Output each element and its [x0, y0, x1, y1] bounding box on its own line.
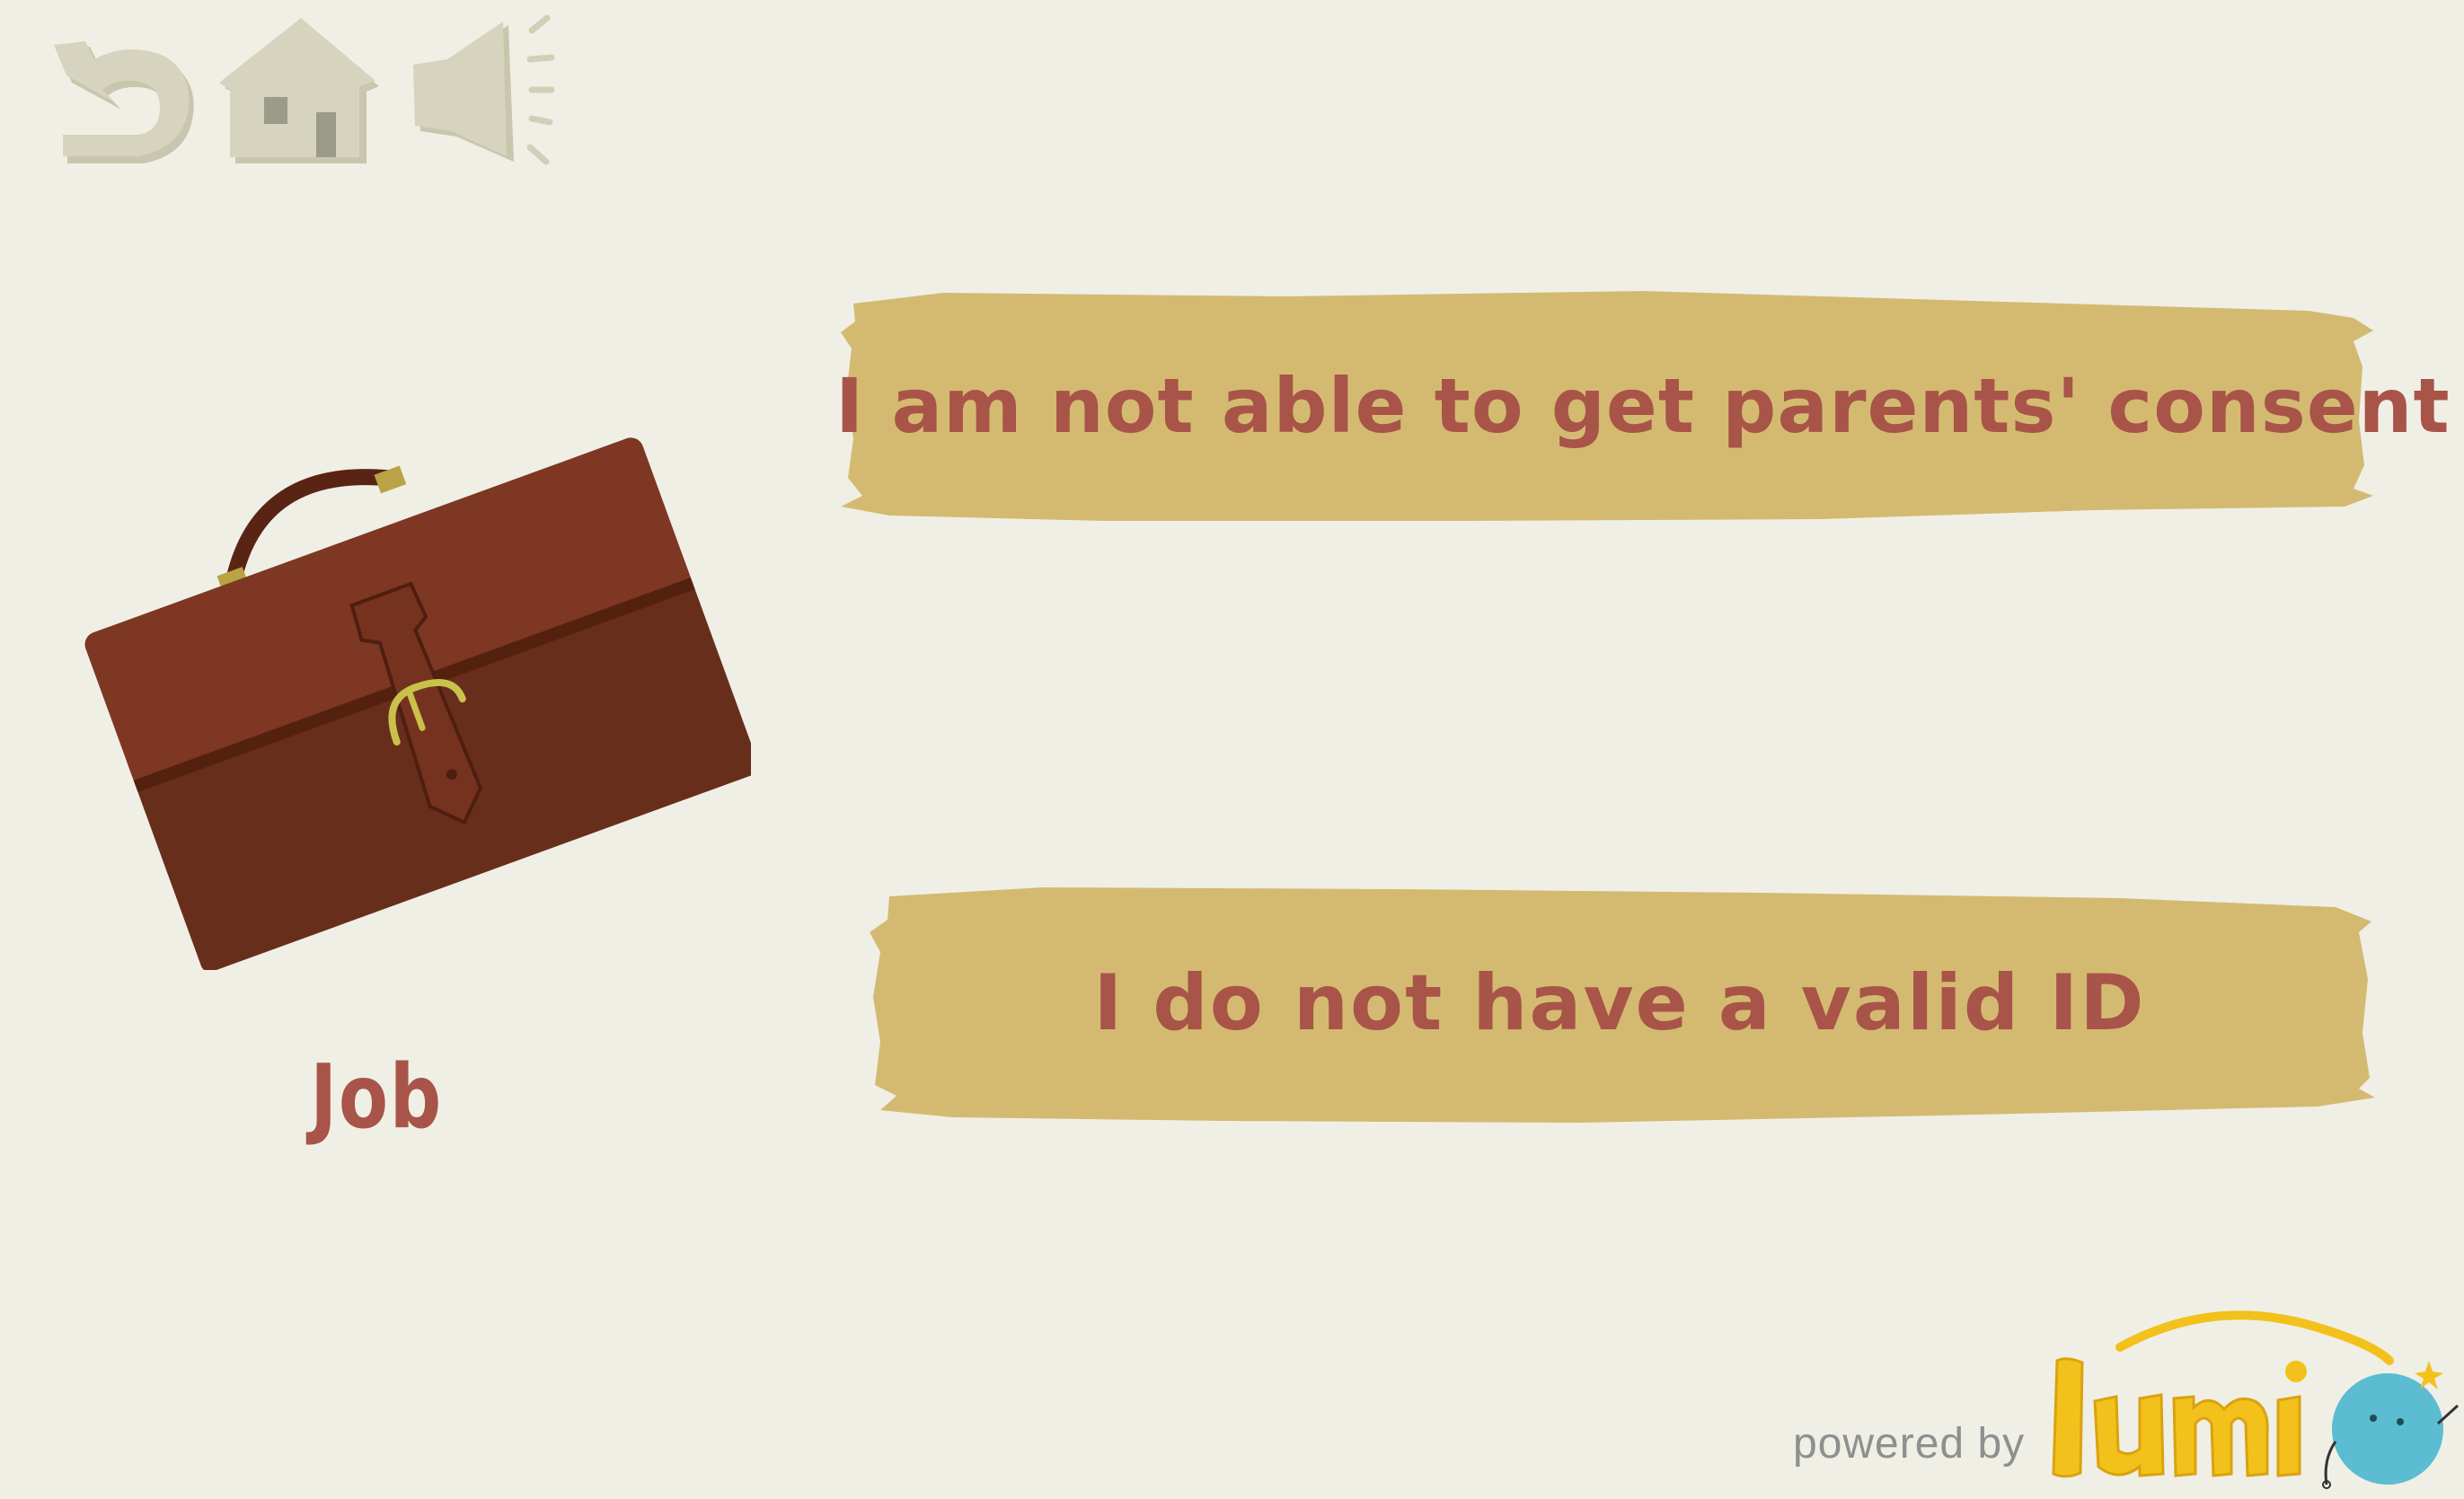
briefcase-image [50, 377, 759, 974]
speaker-icon [413, 14, 555, 165]
lumi-logo [2039, 1307, 2461, 1499]
powered-by-text: powered by [1793, 1420, 2026, 1468]
category-label: Job [310, 1046, 443, 1149]
option-label: I do not have a valid ID [1093, 958, 2146, 1048]
home-button[interactable] [216, 18, 386, 171]
option-button-parents-consent[interactable]: I am not able to get parents' consent [835, 286, 2451, 530]
home-icon [219, 18, 379, 163]
sound-button[interactable] [408, 13, 565, 174]
back-button[interactable] [45, 20, 207, 168]
option-button-valid-id[interactable]: I do not have a valid ID [862, 880, 2377, 1130]
option-label: I am not able to get parents' consent [835, 362, 2451, 451]
back-arrow-icon [54, 41, 194, 163]
